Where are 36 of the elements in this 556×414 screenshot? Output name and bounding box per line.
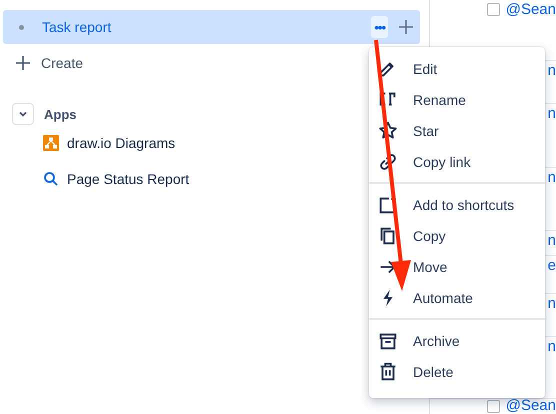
menu-item[interactable]: Copy link [369,146,545,177]
menu-item[interactable]: Automate [369,282,545,313]
user-mention[interactable]: n [548,338,556,354]
menu-item[interactable]: Delete [369,356,545,387]
user-mention[interactable]: @Sean [506,0,556,18]
chevron-icon [18,109,28,119]
collapse-toggle[interactable] [12,103,34,125]
user-mention[interactable]: @Sean [506,399,556,413]
user-mention[interactable]: n [548,62,556,78]
menu-item[interactable]: Archive [369,325,545,356]
page-tree-item[interactable]: Task report ••• [3,10,420,44]
user-mention[interactable]: n [548,232,556,248]
menu-item[interactable]: Copy [369,220,545,251]
create-button[interactable]: Create [15,49,84,77]
checkbox[interactable] [486,400,500,412]
user-mention[interactable]: n [548,294,556,312]
add-icon [15,55,31,71]
app-link[interactable]: draw.io Diagrams [67,135,176,151]
app-link[interactable]: Page Status Report [67,171,190,187]
checkbox[interactable] [486,2,500,16]
menu-item[interactable]: Add to shortcuts [369,189,545,220]
bullet-icon [19,24,24,30]
more-actions-button[interactable]: ••• [371,16,388,38]
page-title: Task report [42,19,112,35]
menu-item[interactable]: Rename [369,84,545,115]
diagram-app-icon [43,135,59,151]
menu-item[interactable]: Edit [369,53,545,84]
user-mention[interactable]: e [548,256,556,274]
star-icon [377,120,399,142]
section-title: Apps [44,106,76,122]
search-icon [43,171,59,187]
user-mention[interactable]: n [548,168,556,186]
menu-item[interactable]: Star [369,115,545,146]
menu-item[interactable]: Move [369,251,545,282]
add-icon[interactable] [398,19,414,35]
user-mention[interactable]: n [548,104,556,122]
